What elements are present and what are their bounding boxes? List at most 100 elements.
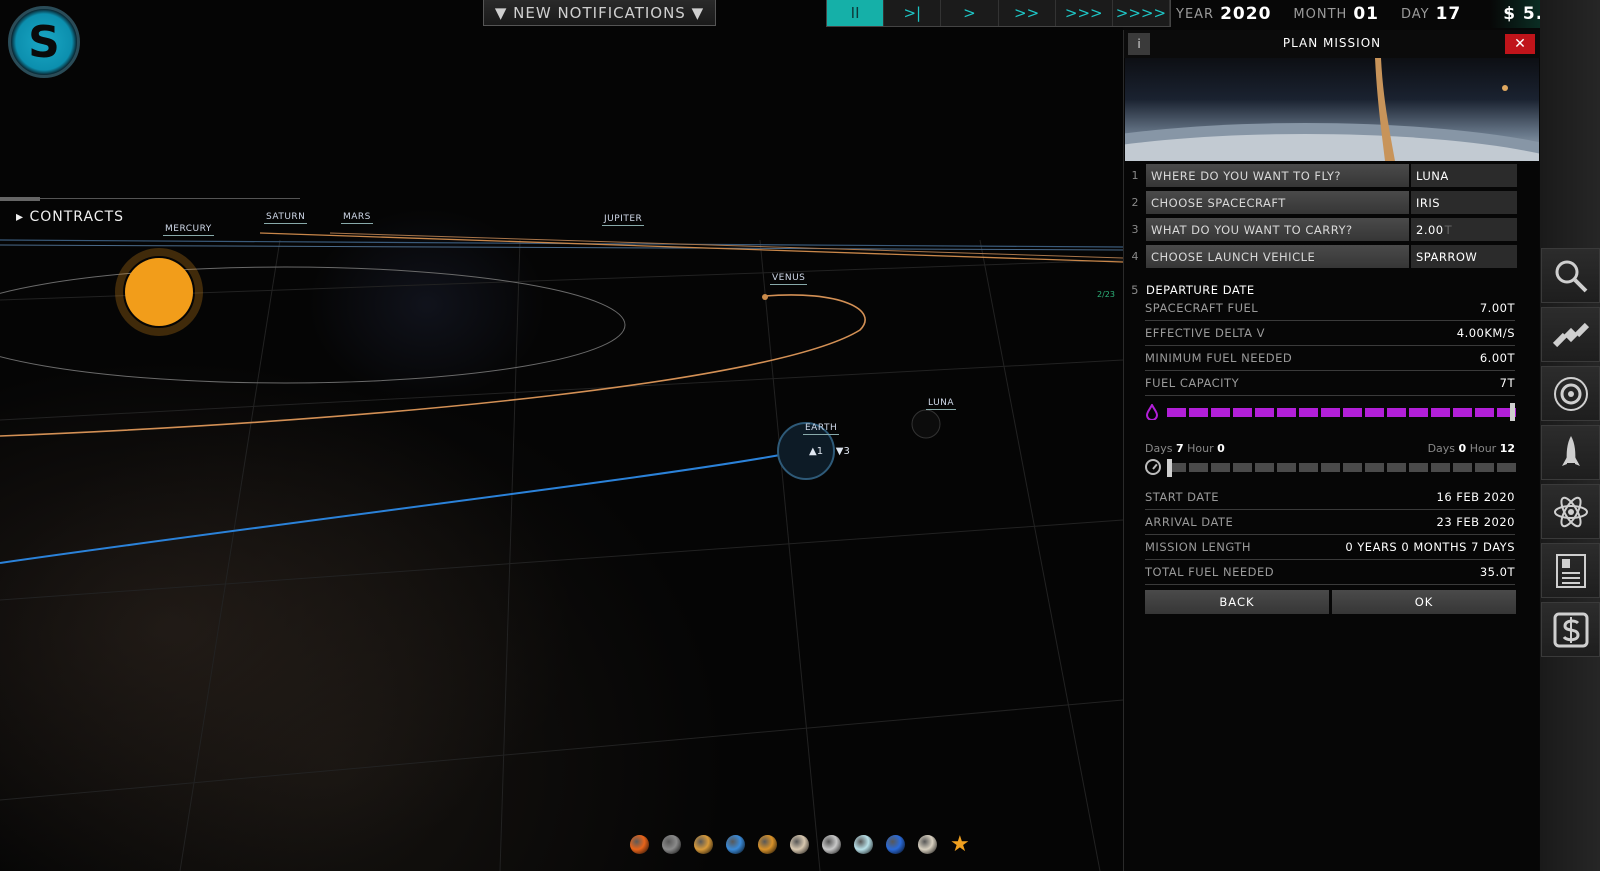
slider-segment	[1387, 463, 1406, 472]
back-button[interactable]: BACK	[1145, 590, 1329, 614]
satellite-tool-button[interactable]	[1541, 307, 1600, 362]
fuel-slider-handle[interactable]	[1510, 403, 1515, 421]
close-button[interactable]: ✕	[1505, 34, 1535, 54]
spacecraft-select[interactable]: IRIS	[1411, 191, 1517, 214]
step-question: WHERE DO YOU WANT TO FLY?	[1146, 164, 1409, 187]
step-question: WHAT DO YOU WANT TO CARRY?	[1146, 218, 1409, 241]
planet-label-venus[interactable]: VENUS	[770, 273, 808, 285]
stat-value: 7T	[1499, 376, 1515, 390]
speed-1-button[interactable]: >	[941, 0, 999, 26]
planet-shortcut-8[interactable]	[854, 835, 873, 854]
slider-segment	[1211, 463, 1230, 472]
speed-2-button[interactable]: >>	[999, 0, 1056, 26]
slider-segment	[1277, 408, 1296, 417]
duration-range: Days 7 Hour 0 Days 0 Hour 12	[1145, 442, 1515, 455]
ok-button[interactable]: OK	[1332, 590, 1516, 614]
research-tool-button[interactable]	[1541, 484, 1600, 539]
pause-button[interactable]: II	[827, 0, 885, 26]
planet-shortcut-7[interactable]	[822, 835, 841, 854]
summary-row: START DATE 16 FEB 2020	[1145, 485, 1515, 510]
destination-select[interactable]: LUNA	[1411, 164, 1517, 187]
year-value: 2020	[1220, 4, 1272, 24]
step-payload: 3 WHAT DO YOU WANT TO CARRY? 2.00 T	[1124, 218, 1540, 241]
slider-segment	[1321, 463, 1340, 472]
luna[interactable]	[911, 409, 941, 439]
days-label: Days	[1145, 442, 1173, 455]
planet-shortcut-9[interactable]	[886, 835, 905, 854]
earth-down-marker: ▼3	[835, 446, 850, 457]
duration-right: Days 0 Hour 12	[1428, 442, 1515, 455]
slider-segment	[1409, 408, 1428, 417]
planet-label-mercury[interactable]: MERCURY	[163, 224, 214, 236]
summary-label: MISSION LENGTH	[1145, 540, 1252, 554]
stat-label: FUEL CAPACITY	[1145, 376, 1240, 390]
stat-value: 6.00T	[1479, 351, 1515, 365]
contracts-toggle[interactable]: ▸ CONTRACTS	[16, 209, 124, 225]
planet-shortcut-1[interactable]	[630, 835, 649, 854]
finance-report-tool-button[interactable]	[1541, 543, 1600, 598]
summary-row: MISSION LENGTH 0 YEARS 0 MONTHS 7 DAYS	[1145, 535, 1515, 560]
orbit-tool-button[interactable]	[1541, 366, 1600, 421]
plan-mission-panel: i PLAN MISSION ✕ 1 WHERE DO YOU WANT TO …	[1123, 30, 1540, 871]
planet-shortcut-6[interactable]	[790, 835, 809, 854]
step-question: CHOOSE LAUNCH VEHICLE	[1146, 245, 1409, 268]
month-label: MONTH	[1293, 6, 1348, 22]
planet-label-earth[interactable]: EARTH	[803, 423, 840, 435]
time-speed-controls: II >| > >> >>> >>>>	[826, 0, 1171, 27]
fuel-slider[interactable]	[1145, 403, 1516, 421]
speed-4-button[interactable]: >>>>	[1113, 0, 1171, 26]
finance-tool-button[interactable]	[1541, 602, 1600, 657]
hour-label: Hour	[1187, 442, 1214, 455]
stat-value: 4.00KM/S	[1456, 326, 1515, 340]
slider-segment	[1343, 463, 1362, 472]
step-button[interactable]: >|	[884, 0, 942, 26]
slider-segment	[1343, 408, 1362, 417]
slider-segment	[1453, 463, 1472, 472]
slider-segment	[1255, 463, 1274, 472]
slider-segment	[1211, 408, 1230, 417]
planet-label-saturn[interactable]: SATURN	[264, 212, 308, 224]
step-spacecraft: 2 CHOOSE SPACECRAFT IRIS	[1124, 191, 1540, 214]
slider-segment	[1431, 463, 1450, 472]
game-logo[interactable]: S	[8, 6, 80, 78]
planet-shortcut-5[interactable]	[758, 835, 777, 854]
planet-shortcut-3[interactable]	[694, 835, 713, 854]
days-label: Days	[1427, 442, 1456, 455]
notifications-button[interactable]: ▼ NEW NOTIFICATIONS ▼	[483, 0, 716, 26]
planet-label-luna[interactable]: LUNA	[926, 398, 957, 410]
step-question: CHOOSE SPACECRAFT	[1146, 191, 1409, 214]
duration-slider-handle[interactable]	[1167, 459, 1172, 477]
planet-label-jupiter[interactable]: JUPITER	[602, 214, 645, 226]
sun[interactable]	[125, 258, 193, 326]
departure-label: DEPARTURE DATE	[1146, 283, 1255, 297]
planet-shortcut-10[interactable]	[918, 835, 937, 854]
favorites-star-icon[interactable]: ★	[950, 834, 970, 856]
step-answer: LUNA	[1416, 168, 1449, 183]
slider-segment	[1299, 463, 1318, 472]
rocket-tool-button[interactable]	[1541, 425, 1600, 480]
slider-segment	[1365, 463, 1384, 472]
slider-segment	[1497, 463, 1516, 472]
venus[interactable]	[762, 294, 768, 300]
slider-segment	[1321, 408, 1340, 417]
payload-input[interactable]: 2.00 T	[1411, 218, 1517, 241]
panel-header: i PLAN MISSION ✕	[1124, 30, 1540, 58]
mission-hero-image	[1125, 58, 1539, 161]
earth-markers: ▲1 ▼3	[809, 446, 850, 457]
summary-label: START DATE	[1145, 490, 1220, 504]
days-value: 0	[1458, 442, 1467, 455]
planet-shortcut-2[interactable]	[662, 835, 681, 854]
step-answer: 2.00	[1416, 222, 1444, 237]
planet-shortcut-4[interactable]	[726, 835, 745, 854]
earth-up-marker: ▲1	[809, 446, 824, 457]
launch-vehicle-select[interactable]: SPARROW	[1411, 245, 1517, 268]
search-tool-button[interactable]	[1541, 248, 1600, 303]
planet-label-mars[interactable]: MARS	[341, 212, 373, 224]
speed-3-button[interactable]: >>>	[1056, 0, 1113, 26]
duration-slider[interactable]	[1145, 458, 1516, 478]
logo-letter: S	[28, 16, 60, 68]
slider-segment	[1189, 408, 1208, 417]
duration-left: Days 7 Hour 0	[1145, 442, 1225, 455]
atom-icon	[1553, 496, 1588, 527]
slider-segment	[1387, 408, 1406, 417]
